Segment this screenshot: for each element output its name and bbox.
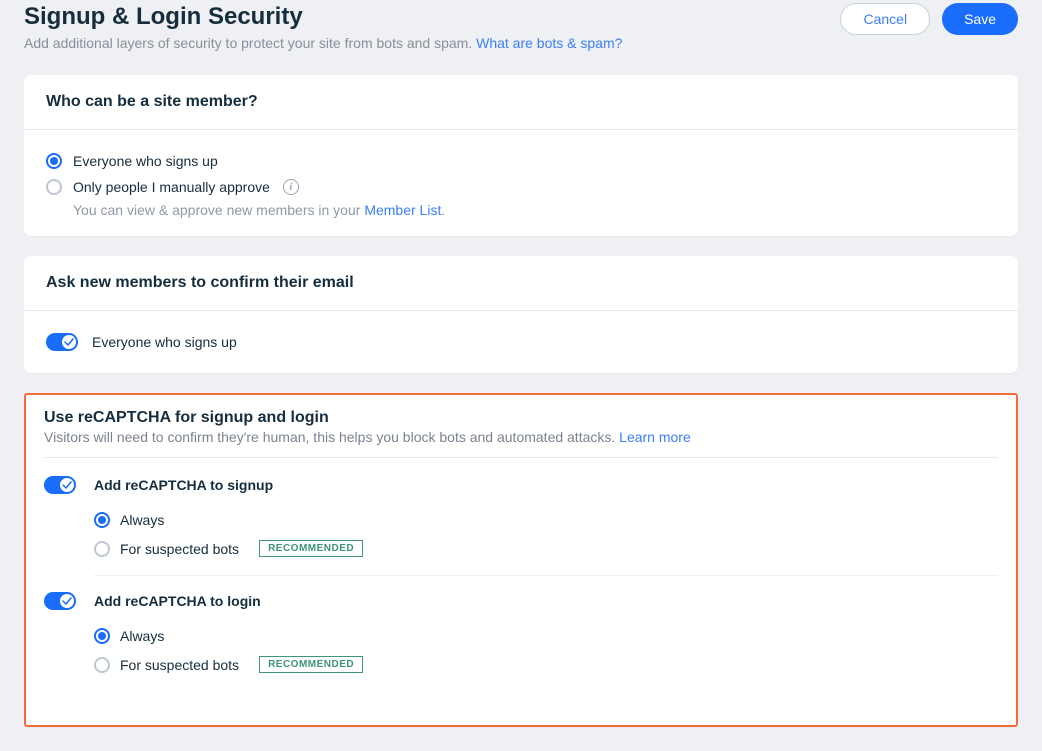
radio-signup-always-label: Always bbox=[120, 512, 164, 528]
recommended-badge: RECOMMENDED bbox=[259, 656, 363, 673]
recommended-badge: RECOMMENDED bbox=[259, 540, 363, 557]
page-header: Signup & Login Security Add additional l… bbox=[24, 3, 1018, 51]
recaptcha-card: Use reCAPTCHA for signup and login Visit… bbox=[24, 393, 1018, 727]
radio-signup-suspected[interactable] bbox=[94, 541, 110, 557]
recaptcha-title: Use reCAPTCHA for signup and login bbox=[44, 409, 998, 427]
recaptcha-highlight: Use reCAPTCHA for signup and login Visit… bbox=[24, 393, 1018, 727]
radio-signup-suspected-label: For suspected bots bbox=[120, 541, 239, 557]
recaptcha-signup-block: Add reCAPTCHA to signup Always For suspe… bbox=[44, 476, 998, 576]
radio-manual-approve[interactable] bbox=[46, 179, 62, 195]
recaptcha-signup-toggle[interactable] bbox=[44, 476, 76, 494]
radio-login-always-label: Always bbox=[120, 628, 164, 644]
page-title: Signup & Login Security bbox=[24, 3, 840, 31]
member-list-link[interactable]: Member List bbox=[364, 202, 441, 218]
confirm-email-toggle-label: Everyone who signs up bbox=[92, 334, 237, 350]
radio-login-suspected-label: For suspected bots bbox=[120, 657, 239, 673]
radio-manual-approve-label: Only people I manually approve bbox=[73, 179, 270, 195]
recaptcha-login-block: Add reCAPTCHA to login Always For suspec… bbox=[44, 592, 998, 691]
confirm-email-title: Ask new members to confirm their email bbox=[46, 274, 996, 292]
page-subtitle: Add additional layers of security to pro… bbox=[24, 35, 840, 51]
learn-more-link[interactable]: Learn more bbox=[619, 429, 691, 445]
confirm-email-card: Ask new members to confirm their email E… bbox=[24, 256, 1018, 373]
info-icon[interactable]: i bbox=[283, 179, 299, 195]
radio-everyone-label: Everyone who signs up bbox=[73, 153, 218, 169]
save-button[interactable]: Save bbox=[942, 3, 1018, 35]
radio-everyone[interactable] bbox=[46, 153, 62, 169]
recaptcha-signup-label: Add reCAPTCHA to signup bbox=[94, 477, 273, 493]
check-icon bbox=[64, 337, 74, 347]
radio-login-always[interactable] bbox=[94, 628, 110, 644]
recaptcha-login-toggle[interactable] bbox=[44, 592, 76, 610]
confirm-email-toggle[interactable] bbox=[46, 333, 78, 351]
check-icon bbox=[62, 596, 72, 606]
membership-hint: You can view & approve new members in yo… bbox=[73, 202, 996, 218]
help-link[interactable]: What are bots & spam? bbox=[476, 35, 622, 51]
recaptcha-login-label: Add reCAPTCHA to login bbox=[94, 593, 261, 609]
recaptcha-subtitle: Visitors will need to confirm they're hu… bbox=[44, 429, 998, 458]
membership-title: Who can be a site member? bbox=[46, 93, 996, 111]
cancel-button[interactable]: Cancel bbox=[840, 3, 930, 35]
membership-card: Who can be a site member? Everyone who s… bbox=[24, 75, 1018, 236]
radio-signup-always[interactable] bbox=[94, 512, 110, 528]
radio-login-suspected[interactable] bbox=[94, 657, 110, 673]
check-icon bbox=[62, 480, 72, 490]
